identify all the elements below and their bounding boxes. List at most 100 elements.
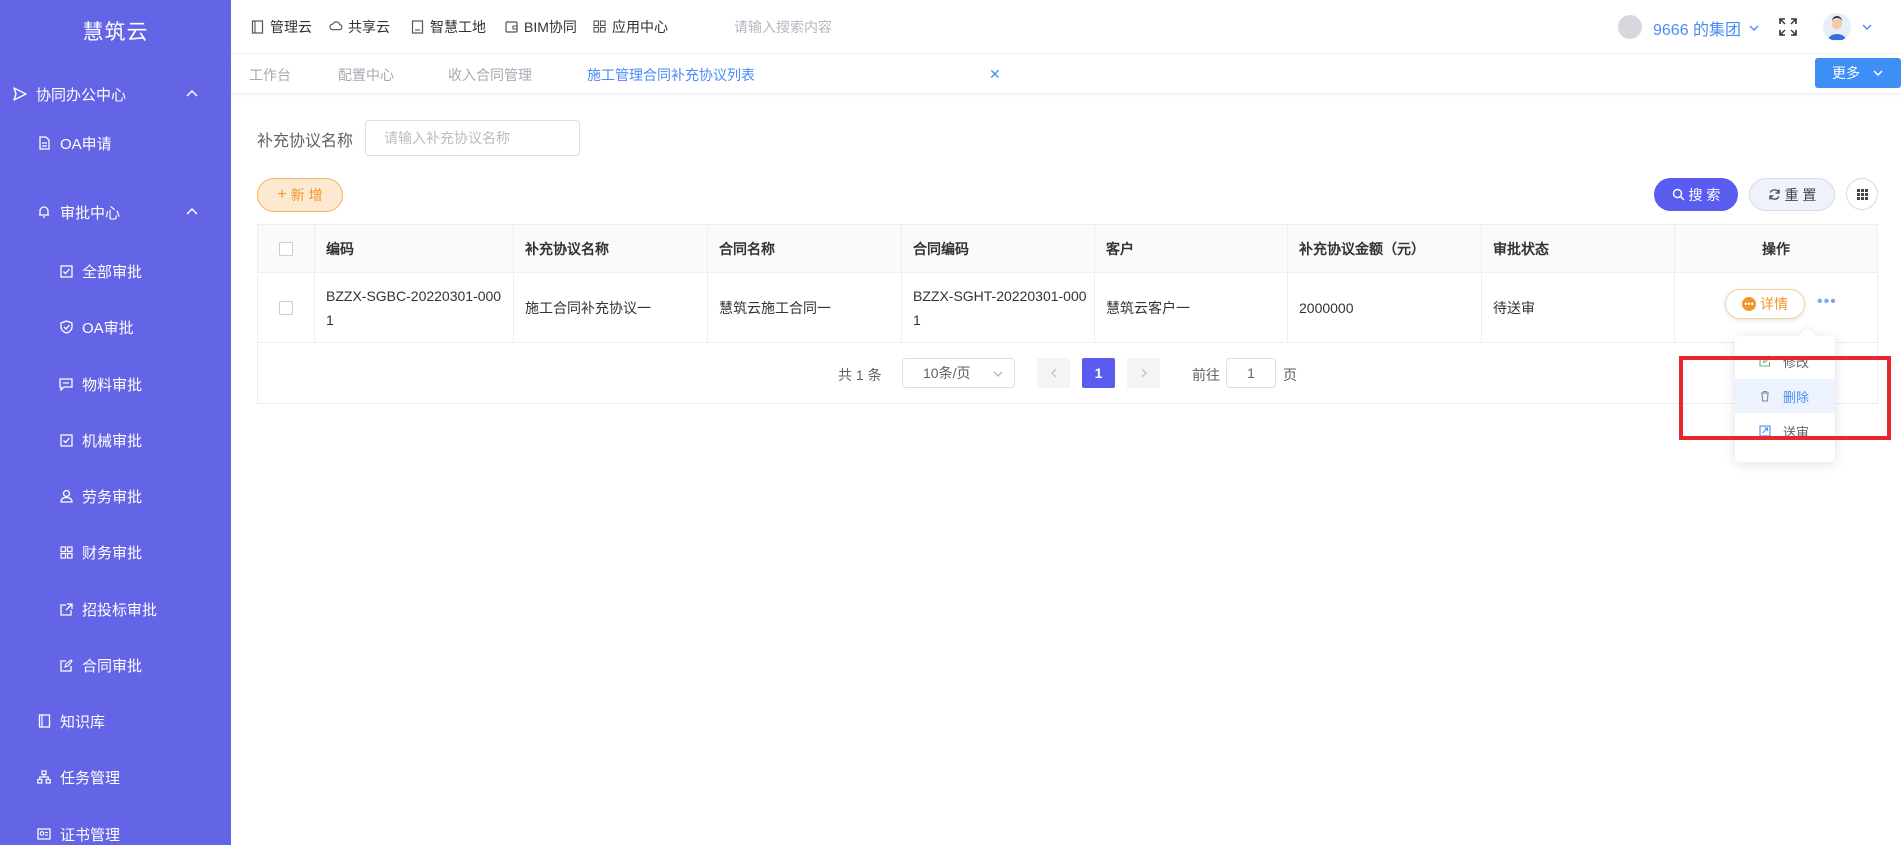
- more-button-label: 更多: [1832, 65, 1860, 81]
- column-header[interactable]: 合同编码: [902, 225, 1095, 272]
- sidebar-item-label: 协同办公中心: [36, 86, 127, 104]
- top-link-smart-site[interactable]: 智慧工地: [411, 17, 486, 37]
- panel-icon: [251, 20, 265, 34]
- shield-check-icon: [58, 319, 74, 335]
- trash-icon: [1759, 390, 1771, 402]
- tabs-bar: 工作台 配置中心 收入合同管理 施工管理合同补充协议列表 ✕: [231, 54, 1901, 94]
- page-size-select[interactable]: 10条/页: [902, 358, 1015, 388]
- cell-contract-name: 慧筑云施工合同一: [708, 273, 902, 342]
- sidebar-item-knowledge-base[interactable]: 知识库: [0, 701, 231, 741]
- dropdown-item-label: 修改: [1783, 354, 1810, 370]
- prev-page-button[interactable]: [1037, 358, 1070, 388]
- column-settings-button[interactable]: [1846, 178, 1878, 210]
- tab-income-contract[interactable]: 收入合同管理: [448, 65, 532, 85]
- sidebar-item-oa-apply[interactable]: OA申请: [0, 123, 231, 163]
- page-suffix: 页: [1283, 367, 1297, 383]
- sidebar-item-label: 审批中心: [60, 204, 121, 222]
- data-table: 编码 补充协议名称 合同名称 合同编码 客户 补充协议金额（元） 审批状态 操作…: [257, 224, 1878, 404]
- sidebar-item-label: 全部审批: [82, 263, 143, 281]
- dropdown-item-label: 送审: [1783, 424, 1810, 440]
- detail-button-label: 详情: [1760, 296, 1788, 312]
- sidebar-item-contract-approval[interactable]: 合同审批: [0, 645, 231, 685]
- brand-logo: 慧筑云: [82, 21, 149, 44]
- avatar[interactable]: [1823, 13, 1851, 41]
- add-button-label: 新 增: [290, 187, 323, 203]
- group-switcher[interactable]: 9666 的集团: [1653, 16, 1761, 40]
- top-link-bim[interactable]: BIM协同: [505, 17, 577, 37]
- top-bar: 管理云 共享云 智慧工地 BIM协同 应用中心 请输入搜索内容: [231, 0, 1901, 54]
- top-link-label: BIM协同: [524, 19, 577, 35]
- sidebar-item-finance-approval[interactable]: 财务审批: [0, 532, 231, 572]
- chevron-right-icon: [1141, 368, 1147, 378]
- sidebar-item-oa-approval[interactable]: OA审批: [0, 307, 231, 347]
- supplement-name-input[interactable]: [365, 120, 580, 156]
- column-header[interactable]: 客户: [1095, 225, 1288, 272]
- sidebar-item-label: 知识库: [60, 713, 106, 731]
- dropdown-item-delete[interactable]: 删除: [1735, 379, 1835, 413]
- top-link-app-center[interactable]: 应用中心: [593, 17, 668, 37]
- tab-workbench[interactable]: 工作台: [249, 65, 291, 85]
- checkbox-icon: [58, 432, 74, 448]
- sidebar-item-labor-approval[interactable]: 劳务审批: [0, 476, 231, 516]
- top-link-label: 智慧工地: [430, 19, 486, 35]
- row-checkbox[interactable]: [279, 300, 293, 315]
- sidebar-item-bidding-approval[interactable]: 招投标审批: [0, 589, 231, 629]
- dropdown-item-edit[interactable]: 修改: [1735, 344, 1835, 378]
- send-icon: [12, 86, 28, 102]
- sidebar-item-machine-approval[interactable]: 机械审批: [0, 420, 231, 460]
- dropdown-item-submit-review[interactable]: 送审: [1735, 414, 1835, 448]
- cell-amount: 2000000: [1288, 273, 1482, 342]
- sidebar-item-collab-office[interactable]: 协同办公中心: [0, 74, 231, 114]
- column-header[interactable]: 合同名称: [708, 225, 902, 272]
- column-header[interactable]: 补充协议名称: [514, 225, 708, 272]
- column-header: 操作: [1762, 240, 1790, 257]
- sidebar-item-label: 任务管理: [60, 769, 121, 787]
- sidebar-item-label: OA审批: [82, 319, 134, 337]
- sidebar-item-task-management[interactable]: 任务管理: [0, 757, 231, 797]
- sidebar-item-label: 财务审批: [82, 544, 143, 562]
- cell-contract-code: BZZX-SGHT-20220301-0001: [902, 273, 1095, 342]
- tab-close-icon[interactable]: ✕: [989, 66, 1001, 83]
- chevron-left-icon: [1050, 368, 1056, 378]
- top-link-shared-cloud[interactable]: 共享云: [329, 17, 390, 37]
- more-button[interactable]: 更多: [1815, 58, 1901, 88]
- column-header[interactable]: 审批状态: [1482, 225, 1675, 272]
- sidebar-item-certificate-management[interactable]: 证书管理: [0, 814, 231, 845]
- fullscreen-icon[interactable]: [1778, 17, 1798, 37]
- column-header[interactable]: 补充协议金额（元）: [1288, 225, 1482, 272]
- tab-config-center[interactable]: 配置中心: [338, 65, 394, 85]
- tab-supplement-list[interactable]: 施工管理合同补充协议列表: [587, 65, 755, 85]
- chevron-up-icon: [186, 89, 198, 97]
- edit-icon: [58, 657, 74, 673]
- edit-icon: [1759, 355, 1771, 367]
- more-actions-icon[interactable]: •••: [1817, 293, 1837, 311]
- page-number-current[interactable]: 1: [1082, 358, 1115, 388]
- goto-label: 前往: [1192, 367, 1220, 383]
- detail-button[interactable]: ••• 详情: [1725, 289, 1805, 319]
- search-button-label: 搜 索: [1688, 186, 1721, 203]
- pagination-total: 共 1 条: [838, 367, 882, 383]
- sidebar-item-material-approval[interactable]: 物料审批: [0, 364, 231, 404]
- sidebar-item-approval-center[interactable]: 审批中心: [0, 192, 231, 232]
- top-link-management-cloud[interactable]: 管理云: [251, 17, 312, 37]
- next-page-button[interactable]: [1127, 358, 1160, 388]
- chevron-down-icon[interactable]: [1861, 21, 1873, 33]
- sidebar-item-label: 合同审批: [82, 657, 143, 675]
- external-link-icon: [58, 601, 74, 617]
- select-all-checkbox[interactable]: [279, 241, 293, 256]
- reset-button[interactable]: 重 置: [1749, 178, 1835, 211]
- row-select-cell: [258, 273, 315, 342]
- chevron-down-icon: [1749, 25, 1759, 31]
- top-search-input[interactable]: 请输入搜索内容: [734, 17, 832, 37]
- search-button[interactable]: 搜 索: [1654, 178, 1738, 211]
- add-button[interactable]: + 新 增: [257, 178, 343, 212]
- plus-icon: +: [277, 186, 287, 203]
- group-name: 9666 的集团: [1653, 22, 1742, 39]
- goto-page-input[interactable]: [1226, 358, 1276, 388]
- sidebar-item-all-approval[interactable]: 全部审批: [0, 251, 231, 291]
- column-header[interactable]: 编码: [315, 225, 514, 272]
- actions-dropdown: 修改 删除 送审: [1735, 327, 1835, 462]
- table-header: 编码 补充协议名称 合同名称 合同编码 客户 补充协议金额（元） 审批状态 操作: [258, 225, 1877, 273]
- sidebar: 慧筑云 协同办公中心 OA申请 审批中心 全部审批 OA审批 物料审批 机械审批…: [0, 0, 231, 845]
- chevron-up-icon: [186, 207, 198, 215]
